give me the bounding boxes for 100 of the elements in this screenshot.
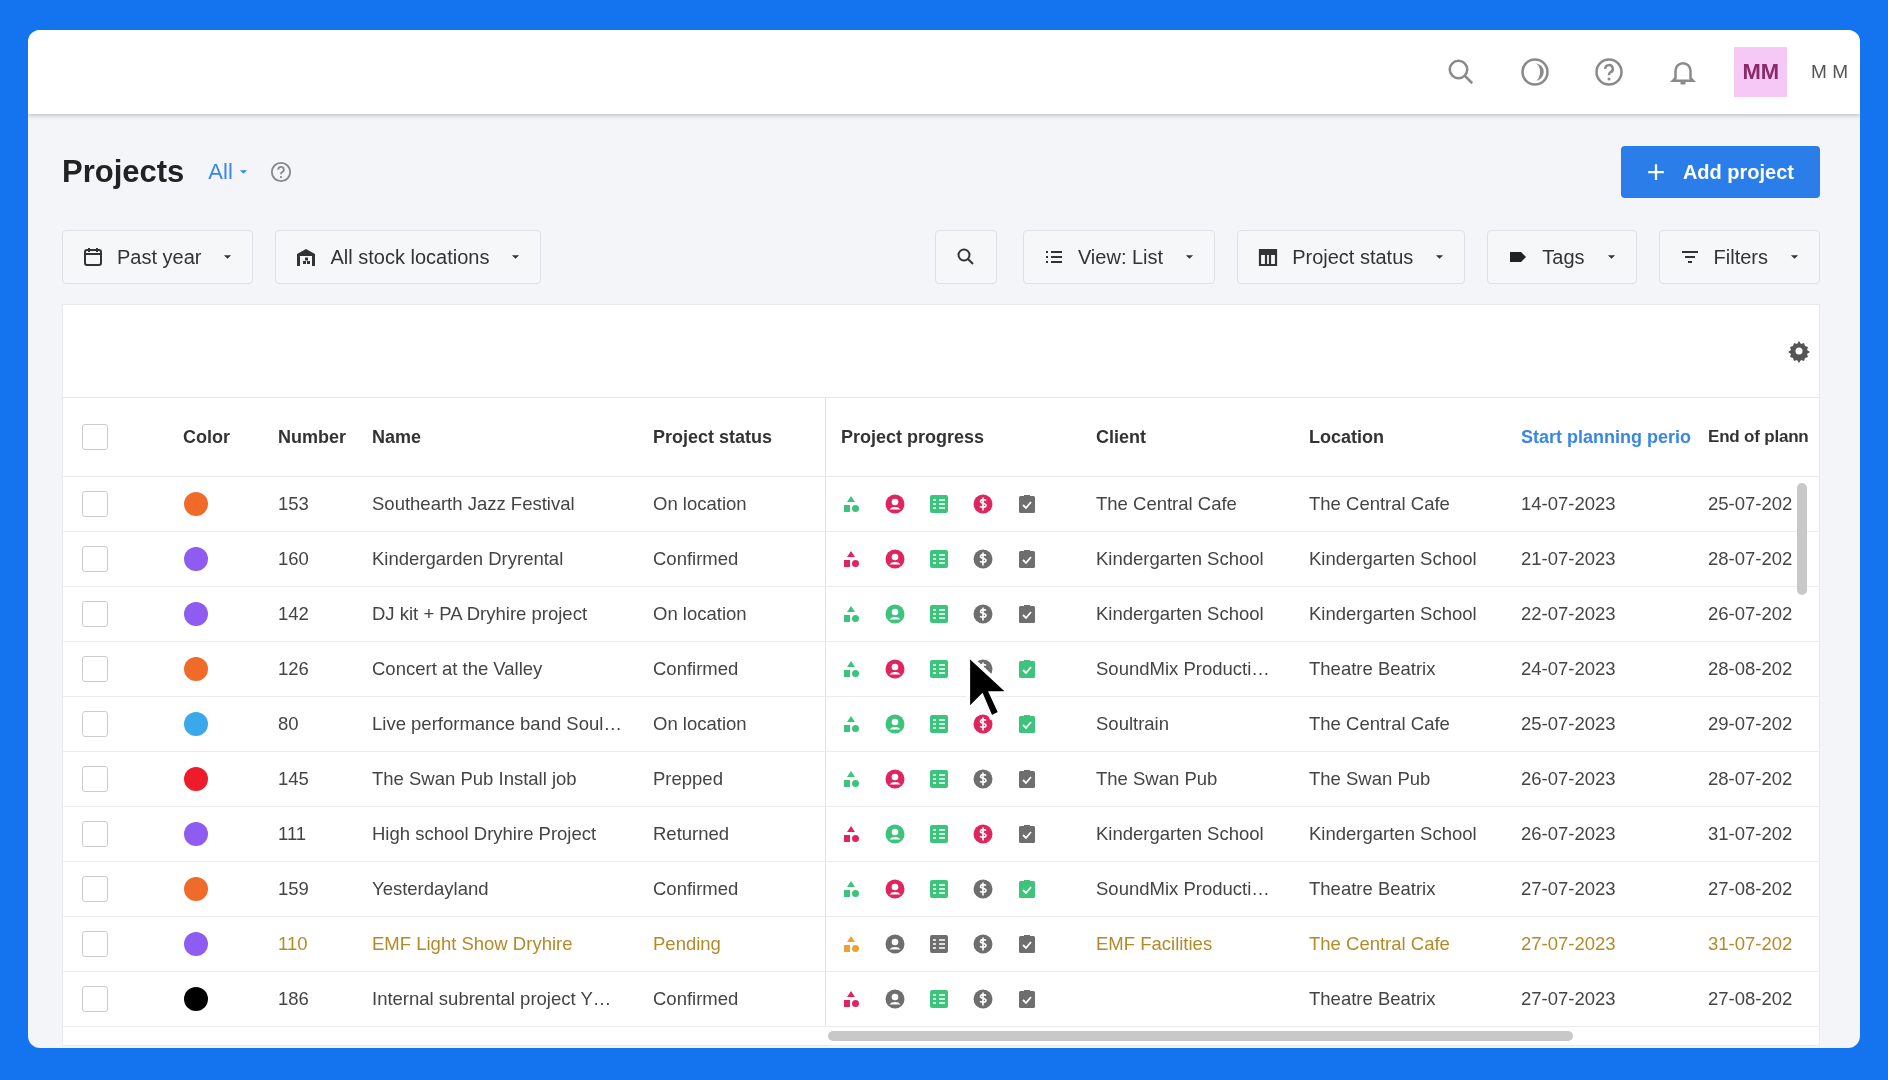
row-checkbox[interactable] (82, 711, 108, 737)
caret-icon (1435, 254, 1445, 260)
table-cell-text: Confirmed (653, 878, 740, 900)
column-header[interactable]: Project progress (825, 398, 1096, 476)
table-cell: EMF Facilities (1096, 933, 1213, 954)
table-cell-text: 28-07-202 (1708, 768, 1794, 790)
table-cell-text: 27-08-202 (1708, 878, 1794, 900)
table-cell: Kindergarten School (1096, 823, 1264, 844)
table-cell-text: Internal subrental project Y… (372, 988, 613, 1010)
caret-icon (238, 169, 248, 175)
plus-icon (1646, 163, 1665, 181)
table-cell-text: Kindergarten School (1309, 823, 1478, 845)
table-cell-text: Prepped (653, 768, 724, 790)
columns-icon (1258, 247, 1279, 267)
column-header[interactable]: End of plann (1708, 427, 1819, 447)
table-cell-text: 25-07-202 (1708, 493, 1794, 515)
select-all-checkbox[interactable] (82, 424, 108, 450)
help-icon[interactable] (1594, 57, 1625, 87)
table-cell: Kindergarten School (1096, 548, 1264, 569)
column-header[interactable]: Start planning perio (1521, 426, 1708, 448)
row-checkbox[interactable] (82, 986, 108, 1012)
table-cell-text: On location (653, 493, 748, 515)
search-button[interactable] (934, 230, 997, 284)
table-cell-text: Yesterdayland (372, 878, 490, 900)
row-checkbox[interactable] (82, 821, 108, 847)
table-cell-text: On location (653, 603, 748, 625)
column-header[interactable]: Location (1309, 426, 1521, 448)
status-dropdown[interactable]: Project status (1237, 230, 1466, 284)
locations-dropdown[interactable]: All stock locations (275, 230, 542, 284)
table-cell-text: 142 (278, 603, 310, 625)
table-cell-text: 80 (278, 713, 300, 735)
table-cell-text: Confirmed (653, 548, 740, 570)
table-cell: The Central Cafe (1096, 493, 1237, 514)
row-checkbox[interactable] (82, 656, 108, 682)
table-cell-text: 159 (278, 878, 310, 900)
table-cell-text: 27-07-2023 (1521, 933, 1617, 955)
column-header[interactable]: Project status (653, 426, 825, 448)
table-cell-text: Confirmed (653, 988, 740, 1010)
tags-dropdown[interactable]: Tags (1487, 230, 1637, 284)
table-cell: Soultrain (1096, 713, 1169, 734)
table-cell-text: Kindergarten School (1309, 603, 1478, 625)
period-dropdown[interactable]: Past year (62, 230, 254, 284)
table-cell-text: Pending (653, 933, 722, 955)
table-cell-text: The Swan Pub (1309, 768, 1432, 790)
table-cell-text: 26-07-2023 (1521, 768, 1617, 790)
column-header[interactable]: Name (372, 426, 653, 448)
table-cell-text: Theatre Beatrix (1309, 658, 1437, 680)
table-cell-text: 31-07-202 (1708, 933, 1794, 955)
caret-icon (1606, 254, 1616, 260)
settings-icon[interactable] (1787, 339, 1811, 363)
table-cell-text: 145 (278, 768, 310, 790)
warehouse-icon (296, 247, 317, 267)
row-checkbox[interactable] (82, 546, 108, 572)
table-cell-text: 28-08-202 (1708, 658, 1794, 680)
table-cell-text: 24-07-2023 (1521, 658, 1617, 680)
table-cell-text: 27-08-202 (1708, 988, 1794, 1010)
table-cell-text: EMF Light Show Dryhire (372, 933, 574, 955)
table-cell-text: The Central Cafe (1309, 713, 1451, 735)
row-checkbox[interactable] (82, 876, 108, 902)
table-cell-text: 29-07-202 (1708, 713, 1794, 735)
table-cell-text: Theatre Beatrix (1309, 878, 1437, 900)
view-dropdown[interactable]: View: List (1022, 230, 1216, 284)
column-header[interactable]: Number (278, 426, 372, 448)
table-cell-text: 27-07-2023 (1521, 878, 1617, 900)
caret-icon (1185, 254, 1195, 260)
row-checkbox[interactable] (82, 766, 108, 792)
table-cell-text: Live performance band Soul… (372, 713, 623, 735)
table-cell: The Swan Pub (1096, 768, 1218, 789)
table-cell-text: 126 (278, 658, 310, 680)
caret-icon (1790, 254, 1799, 260)
user-avatar[interactable]: MM (1734, 47, 1788, 97)
table-cell: Kindergarten School (1096, 603, 1264, 624)
row-checkbox[interactable] (82, 931, 108, 957)
table-cell: SoundMix Producti… (1096, 878, 1270, 899)
row-checkbox[interactable] (82, 601, 108, 627)
table-cell-text: 153 (278, 493, 310, 515)
row-checkbox[interactable] (82, 491, 108, 517)
vertical-scrollbar[interactable] (1797, 483, 1807, 595)
table-cell-text: 27-07-2023 (1521, 988, 1617, 1010)
column-header[interactable]: Client (1096, 426, 1309, 448)
horizontal-scrollbar[interactable] (828, 1031, 1573, 1041)
column-header[interactable]: Color (183, 426, 278, 448)
add-project-button[interactable]: Add project (1620, 146, 1820, 198)
table-cell-text: 110 (278, 933, 309, 955)
table-cell-text: 31-07-202 (1708, 823, 1794, 845)
help-icon[interactable] (269, 161, 292, 183)
table-cell-text: 25-07-2023 (1521, 713, 1617, 735)
table-cell-text: High school Dryhire Project (372, 823, 598, 845)
search-icon (955, 247, 976, 267)
table-cell-text: On location (653, 713, 748, 735)
table-cell-text: 21-07-2023 (1521, 548, 1617, 570)
half-moon-icon[interactable] (1520, 57, 1551, 87)
table-cell-text: The Central Cafe (1309, 933, 1451, 955)
page-title: Projects (62, 154, 185, 190)
user-name[interactable]: M M (1811, 61, 1848, 83)
table-cell-text: 22-07-2023 (1521, 603, 1617, 625)
table-cell-text: Kindergarten School (1309, 548, 1478, 570)
table-cell-text: The Central Cafe (1309, 493, 1451, 515)
filters-dropdown[interactable]: Filters (1658, 230, 1820, 284)
table-cell-text: Concert at the Valley (372, 658, 544, 680)
